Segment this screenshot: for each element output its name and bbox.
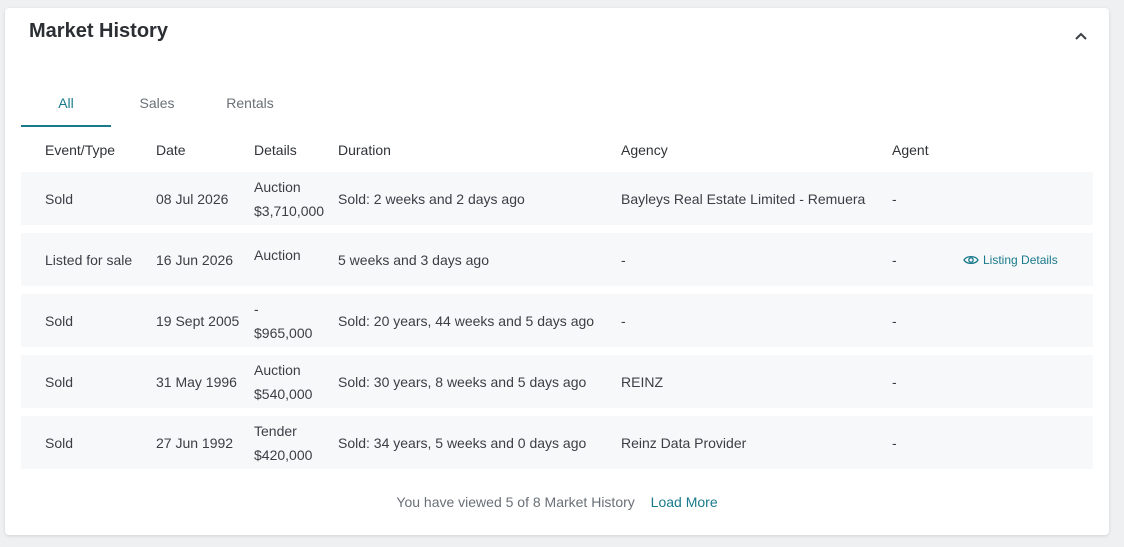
event-agent: - [892, 312, 897, 329]
column-header-details: Details [254, 142, 297, 158]
pagination-footer: You have viewed 5 of 8 Market History Lo… [5, 494, 1109, 510]
event-duration: Sold: 2 weeks and 2 days ago [338, 190, 525, 207]
event-date: 16 Jun 2026 [156, 251, 234, 268]
table-header: Event/Type Date Details Duration Agency … [21, 142, 1093, 166]
market-history-table: Sold 08 Jul 2026 Auction $3,710,000 Sold… [21, 172, 1093, 477]
event-details: Auction [254, 233, 301, 286]
viewed-summary: You have viewed 5 of 8 Market History [396, 494, 635, 510]
event-details: Auction $3,710,000 [254, 172, 324, 225]
eye-icon [963, 255, 979, 264]
event-duration: 5 weeks and 3 days ago [338, 251, 489, 268]
event-agent: - [892, 434, 897, 451]
tab-bar: All Sales Rentals [21, 90, 297, 128]
event-agency: Bayleys Real Estate Limited - Remuera [621, 190, 866, 207]
column-header-date: Date [156, 142, 186, 158]
details-price: $965,000 [254, 324, 313, 341]
collapse-button[interactable] [1071, 26, 1091, 46]
event-date: 08 Jul 2026 [156, 190, 229, 207]
details-method: Tender [254, 422, 297, 439]
tab-rentals[interactable]: Rentals [203, 90, 297, 127]
details-method: - [254, 300, 259, 317]
event-duration: Sold: 30 years, 8 weeks and 5 days ago [338, 373, 587, 390]
event-agent: - [892, 190, 897, 207]
event-details: - $965,000 [254, 294, 312, 347]
table-row: Sold 08 Jul 2026 Auction $3,710,000 Sold… [21, 172, 1093, 225]
table-row: Listed for sale 16 Jun 2026 Auction 5 we… [21, 233, 1093, 286]
event-type: Sold [45, 190, 74, 207]
details-price: $420,000 [254, 446, 313, 463]
event-agent: - [892, 251, 897, 268]
details-price: $540,000 [254, 385, 313, 402]
column-header-agent: Agent [892, 142, 929, 158]
event-date: 19 Sept 2005 [156, 312, 240, 329]
event-date: 27 Jun 1992 [156, 434, 234, 451]
event-date: 31 May 1996 [156, 373, 237, 390]
event-agency: REINZ [621, 373, 663, 390]
event-type: Listed for sale [45, 251, 133, 268]
tab-sales[interactable]: Sales [111, 90, 203, 127]
event-type: Sold [45, 373, 74, 390]
table-row: Sold 27 Jun 1992 Tender $420,000 Sold: 3… [21, 416, 1093, 469]
section-title: Market History [29, 20, 168, 42]
event-agent: - [892, 373, 897, 390]
market-history-card: Market History All Sales Rentals Event/T… [5, 8, 1109, 535]
tab-all[interactable]: All [21, 90, 111, 127]
event-type: Sold [45, 312, 74, 329]
event-agency: Reinz Data Provider [621, 434, 747, 451]
event-agency: - [621, 312, 626, 329]
column-header-duration: Duration [338, 142, 391, 158]
table-row: Sold 19 Sept 2005 - $965,000 Sold: 20 ye… [21, 294, 1093, 347]
details-method: Auction [254, 361, 301, 378]
event-type: Sold [45, 434, 74, 451]
event-duration: Sold: 34 years, 5 weeks and 0 days ago [338, 434, 587, 451]
table-row: Sold 31 May 1996 Auction $540,000 Sold: … [21, 355, 1093, 408]
listing-details-label[interactable]: Listing Details [983, 253, 1058, 267]
column-header-event: Event/Type [45, 142, 116, 158]
load-more-link[interactable]: Load More [651, 494, 718, 510]
details-method: Auction [254, 178, 301, 195]
event-duration: Sold: 20 years, 44 weeks and 5 days ago [338, 312, 595, 329]
chevron-up-icon [1075, 32, 1087, 40]
details-price: $3,710,000 [254, 202, 325, 219]
details-method: Auction [254, 247, 301, 263]
event-details: Tender $420,000 [254, 416, 312, 469]
column-header-agency: Agency [621, 142, 668, 158]
listing-details-link[interactable]: Listing Details [963, 233, 1058, 286]
event-details: Auction $540,000 [254, 355, 312, 408]
event-agency: - [621, 251, 626, 268]
